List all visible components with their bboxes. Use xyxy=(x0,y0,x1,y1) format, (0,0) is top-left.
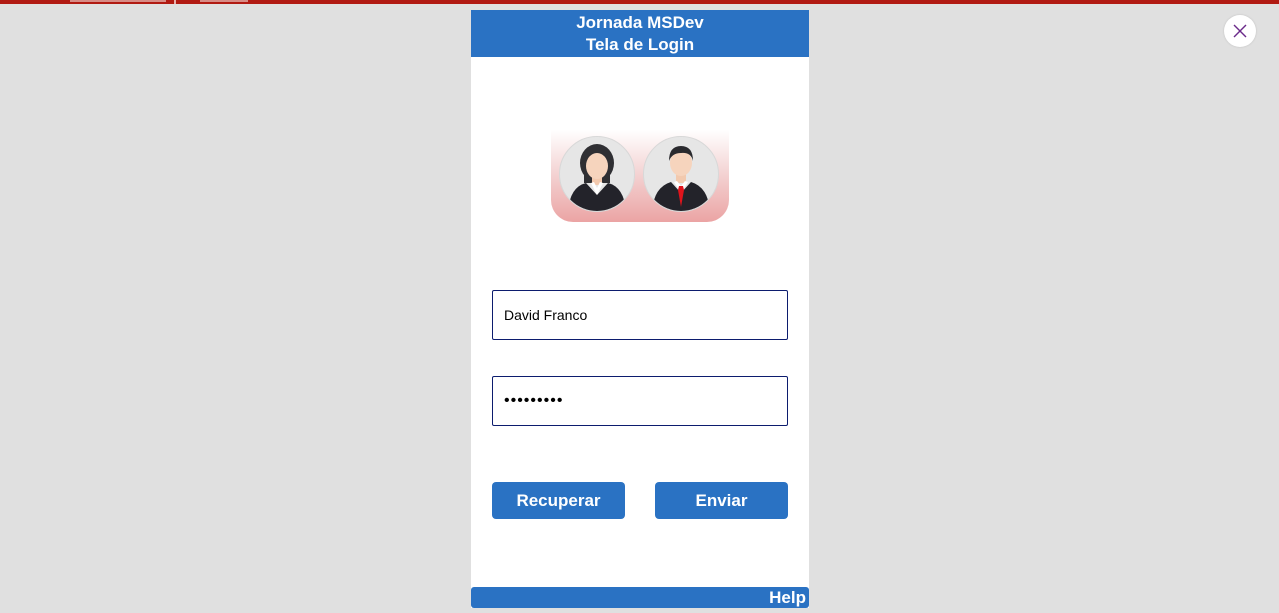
faded-logo-text xyxy=(70,0,166,2)
help-link[interactable]: Help xyxy=(769,587,806,608)
close-icon xyxy=(1233,24,1247,38)
man-avatar-icon xyxy=(643,136,719,212)
send-button-label: Enviar xyxy=(695,490,748,510)
password-input[interactable]: ••••••••• xyxy=(492,376,788,426)
close-button[interactable] xyxy=(1224,15,1256,47)
faded-logo-text xyxy=(200,0,248,2)
password-value: ••••••••• xyxy=(504,392,564,409)
username-value: David Franco xyxy=(504,307,588,323)
logo-divider xyxy=(174,0,176,4)
recover-button-label: Recuperar xyxy=(516,490,601,510)
top-app-bar xyxy=(0,0,1279,4)
header-title-line2: Tela de Login xyxy=(585,34,695,54)
login-screen: Jornada MSDev Tela de Login David Franco… xyxy=(471,10,809,608)
username-input[interactable]: David Franco xyxy=(492,290,788,340)
top-bar-faded-logos xyxy=(70,0,250,4)
header-title-line1: Jornada MSDev xyxy=(576,12,704,32)
recover-button[interactable]: Recuperar xyxy=(492,482,625,519)
header-bar: Jornada MSDev Tela de Login xyxy=(471,10,809,57)
avatar-group-image xyxy=(551,130,729,222)
woman-avatar-icon xyxy=(559,136,635,212)
footer-bar: Help xyxy=(471,587,809,608)
send-button[interactable]: Enviar xyxy=(655,482,788,519)
